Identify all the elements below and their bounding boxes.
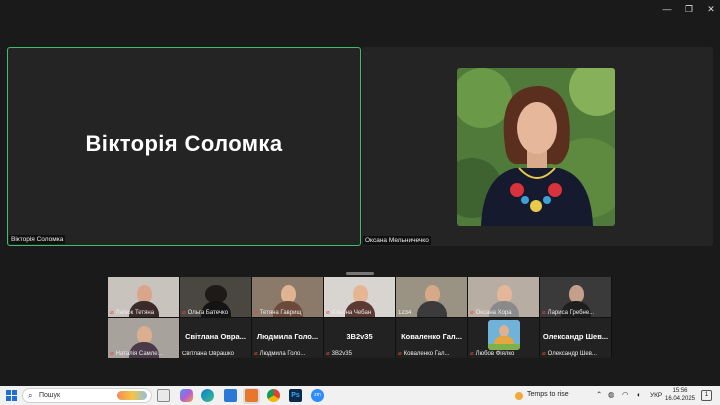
participant-name: Любов Фіялко xyxy=(475,351,515,357)
active-speaker-tile[interactable]: Вікторія Соломка Вікторія Соломка xyxy=(7,47,361,246)
mic-muted-icon: ⌀ xyxy=(326,310,330,316)
close-button[interactable]: ✕ xyxy=(704,3,718,15)
participant-tile[interactable]: Світлана Овра... Світлана Оврашко xyxy=(180,318,251,358)
language-indicator[interactable]: УКР xyxy=(650,392,662,399)
speaker-video-tile[interactable]: Оксана Мельничечко xyxy=(362,47,713,246)
clock-date: 16.04.2025 xyxy=(664,395,696,402)
mic-muted-icon: ⌀ xyxy=(470,351,474,357)
title-bar: — ❐ ✕ xyxy=(0,0,720,18)
participant-name: Наталія Самле... xyxy=(115,351,163,357)
mic-muted-icon: ⌀ xyxy=(182,310,186,316)
participant-name: Тетяна Гаврищ xyxy=(259,310,302,316)
participant-display-name: Коваленко Гал... xyxy=(401,332,462,341)
participant-video xyxy=(457,68,615,226)
network-icon[interactable]: ◍ xyxy=(608,390,615,399)
notification-badge[interactable]: 1 xyxy=(701,390,712,401)
participant-name: Коваленко Гал... xyxy=(403,351,450,357)
participant-tile[interactable]: ⌀ Лапюк Тетяна xyxy=(108,277,179,317)
mic-muted-icon: ⌀ xyxy=(326,351,330,357)
weather-widget[interactable]: Temps to rise xyxy=(527,391,569,398)
participant-name: Ольга Батечко xyxy=(187,310,229,316)
participant-avatar xyxy=(488,320,520,350)
participant-display-name: 3В2v35 xyxy=(346,332,373,341)
participant-tile[interactable]: Коваленко Гал... ⌀ Коваленко Гал... xyxy=(396,318,467,358)
participant-name: Людмила Голо... xyxy=(259,351,306,357)
gallery-resize-handle[interactable] xyxy=(346,272,374,275)
participant-name: Олександр Шев... xyxy=(547,351,597,357)
participant-name: Лариса Гребне... xyxy=(547,310,595,316)
participant-tile[interactable]: ⌀ Любов Фіялко xyxy=(468,318,539,358)
mic-muted-icon: ⌀ xyxy=(110,310,114,316)
speaker-icon[interactable]: ◖ xyxy=(636,390,641,399)
search-placeholder: Пошук xyxy=(39,392,61,399)
mic-muted-icon: ⌀ xyxy=(110,351,114,357)
participant-name: Оксана Хора xyxy=(475,310,512,316)
copilot-icon[interactable] xyxy=(180,389,193,402)
edge-icon[interactable] xyxy=(201,389,214,402)
search-highlight-image xyxy=(117,391,147,400)
participant-display-name: Світлана Овра... xyxy=(185,332,246,341)
mic-muted-icon: ⌀ xyxy=(542,351,546,357)
gallery-strip: ⌀ Лапюк Тетяна ⌀ Ольга Батечко ⌀ Тетяна Гав… xyxy=(108,277,612,358)
taskbar-search-input[interactable]: ⌕ Пошук xyxy=(22,388,152,403)
participant-name: Світлана Оврашко xyxy=(182,351,234,357)
minimize-button[interactable]: — xyxy=(660,3,674,15)
participant-tile[interactable]: ⌀ Альона Чебан xyxy=(324,277,395,317)
clock[interactable]: 15:56 16.04.2025 xyxy=(664,388,696,403)
zoom-icon[interactable]: zm xyxy=(311,389,324,402)
chevron-up-icon[interactable]: ⌃ xyxy=(596,390,602,399)
task-view-icon[interactable] xyxy=(157,389,170,402)
windows-start-icon[interactable] xyxy=(6,390,17,401)
mic-muted-icon: ⌀ xyxy=(542,310,546,316)
participant-tile[interactable]: ⌀ Оксана Хора xyxy=(468,277,539,317)
taskbar: ⌕ Пошук Ps zm Temps to rise ⌃ ◍ ◠ ◖ УКР … xyxy=(0,386,720,405)
mic-muted-icon: ⌀ xyxy=(470,310,474,316)
mic-muted-icon: ⌀ xyxy=(254,310,258,316)
participant-tile[interactable]: 1234 xyxy=(396,277,467,317)
participant-tile[interactable]: Олександр Шев... ⌀ Олександр Шев... xyxy=(540,318,611,358)
participant-name-tag: Вікторія Соломка xyxy=(9,235,66,244)
participant-tile[interactable]: 3В2v35 ⌀ 3В2v35 xyxy=(324,318,395,358)
participant-display-name: Людмила Голо... xyxy=(256,332,319,341)
mic-muted-icon: ⌀ xyxy=(398,351,402,357)
participant-tile[interactable]: Людмила Голо... ⌀ Людмила Голо... xyxy=(252,318,323,358)
restore-button[interactable]: ❐ xyxy=(682,3,696,15)
participant-tile[interactable]: ⌀ Лариса Гребне... xyxy=(540,277,611,317)
mic-muted-icon: ⌀ xyxy=(254,351,258,357)
participant-name: Альона Чебан xyxy=(331,310,372,316)
wifi-icon[interactable]: ◠ xyxy=(622,390,629,399)
photoshop-icon[interactable]: Ps xyxy=(289,389,302,402)
participant-display-name: Вікторія Соломка xyxy=(85,131,283,156)
search-icon: ⌕ xyxy=(28,391,33,400)
weather-icon xyxy=(515,392,523,400)
zoom-app-icon[interactable] xyxy=(245,389,258,402)
clock-time: 15:56 xyxy=(672,388,688,394)
participant-tile[interactable]: ⌀ Ольга Батечко xyxy=(180,277,251,317)
participant-tile[interactable]: ⌀ Тетяна Гаврищ xyxy=(252,277,323,317)
participant-name: Лапюк Тетяна xyxy=(115,310,155,316)
participant-name-tag: Оксана Мельничечко xyxy=(363,236,431,245)
participant-tile[interactable]: ⌀ Наталія Самле... xyxy=(108,318,179,358)
store-icon[interactable] xyxy=(224,389,237,402)
participant-name: 3В2v35 xyxy=(331,351,352,357)
chrome-icon[interactable] xyxy=(267,389,280,402)
participant-name: 1234 xyxy=(398,310,412,316)
participant-display-name: Олександр Шев... xyxy=(542,332,609,341)
